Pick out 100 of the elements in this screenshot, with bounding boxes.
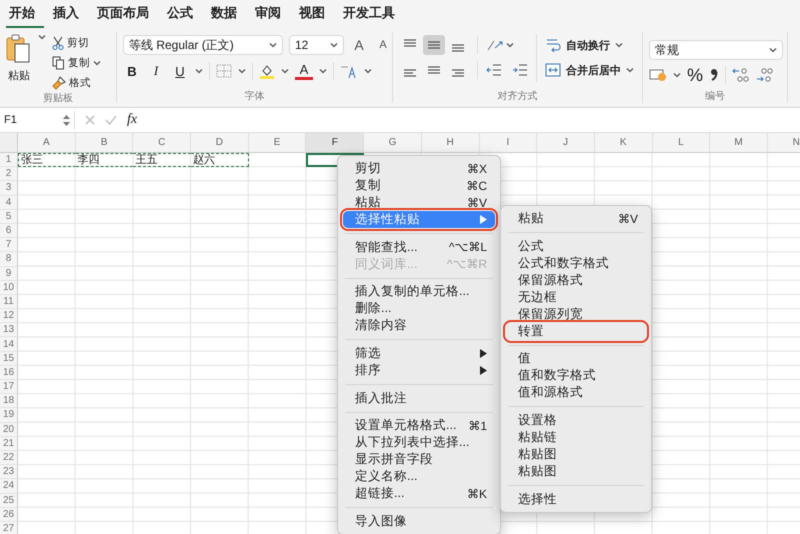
menu-item[interactable]: 粘贴链: [506, 429, 646, 446]
row-header[interactable]: 10: [0, 280, 18, 295]
ribbon-tab[interactable]: 审阅: [252, 0, 290, 28]
column-header[interactable]: H: [422, 133, 480, 153]
cut-button[interactable]: 剪切: [67, 36, 89, 50]
wrap-text-icon[interactable]: [545, 37, 561, 53]
caret-icon[interactable]: [626, 67, 634, 73]
row-header[interactable]: 14: [0, 337, 18, 352]
ribbon-tab[interactable]: 公式: [164, 0, 202, 28]
menu-item[interactable]: 值和源格式: [506, 384, 646, 402]
menu-item[interactable]: 值: [506, 350, 646, 368]
menu-item[interactable]: 删除...: [343, 300, 495, 318]
increase-indent-icon[interactable]: [512, 64, 528, 76]
row-header[interactable]: 27: [0, 522, 18, 534]
menu-item[interactable]: 设置单元格格式... ⌘1: [343, 417, 495, 434]
caret-icon[interactable]: [615, 42, 623, 48]
merge-center-icon[interactable]: [545, 63, 561, 77]
increase-decimal-icon[interactable]: [732, 67, 750, 83]
font-color-button[interactable]: A: [295, 62, 313, 80]
menu-item[interactable]: 插入复制的单元格...: [343, 283, 495, 300]
row-header[interactable]: 25: [0, 494, 18, 508]
fill-color-icon[interactable]: [259, 63, 275, 79]
menu-item[interactable]: 排序: [343, 362, 495, 380]
menu-item[interactable]: 粘贴图: [506, 446, 646, 464]
column-header[interactable]: D: [191, 133, 249, 153]
row-header[interactable]: 19: [0, 408, 18, 423]
row-header[interactable]: 9: [0, 266, 18, 281]
underline-button[interactable]: U: [171, 64, 189, 78]
menu-item[interactable]: 清除内容: [343, 317, 495, 334]
merge-center-button[interactable]: 合并后居中: [566, 62, 621, 78]
row-header[interactable]: 15: [0, 352, 18, 366]
comma-style-icon[interactable]: [709, 67, 720, 83]
menu-item[interactable]: 粘贴 ⌘V: [343, 194, 495, 211]
caret-icon[interactable]: [195, 68, 203, 74]
row-header[interactable]: 26: [0, 508, 18, 522]
row-header[interactable]: 7: [0, 238, 18, 252]
column-header[interactable]: K: [594, 133, 653, 153]
number-format-dropdown[interactable]: 常规: [649, 40, 783, 60]
menu-item[interactable]: 粘贴 ⌘V: [506, 210, 646, 227]
align-middle-icon[interactable]: [423, 35, 445, 55]
row-header[interactable]: 6: [0, 224, 18, 238]
menu-item[interactable]: 从下拉列表中选择...: [343, 434, 495, 452]
row-header[interactable]: 8: [0, 252, 18, 266]
row-header[interactable]: 23: [0, 465, 18, 480]
column-header[interactable]: A: [18, 133, 76, 153]
paste-icon[interactable]: [6, 34, 32, 64]
decrease-indent-icon[interactable]: [486, 64, 502, 76]
menu-item[interactable]: 筛选: [343, 345, 495, 362]
row-header[interactable]: 21: [0, 436, 18, 451]
row-header[interactable]: 1: [0, 153, 18, 168]
copy-button[interactable]: 复制: [68, 56, 90, 70]
spinner-icon[interactable]: [63, 114, 70, 126]
row-header[interactable]: 5: [0, 210, 18, 224]
row-header[interactable]: 17: [0, 380, 18, 394]
shrink-font-button[interactable]: A: [374, 39, 392, 51]
caret-icon[interactable]: [330, 42, 338, 48]
menu-item[interactable]: 显示拼音字段: [343, 451, 495, 468]
caret-icon[interactable]: [38, 34, 46, 40]
column-header[interactable]: L: [652, 133, 710, 153]
format-painter-button[interactable]: 格式: [69, 76, 91, 90]
column-header[interactable]: F: [306, 133, 364, 153]
decrease-decimal-icon[interactable]: [756, 67, 774, 83]
caret-icon[interactable]: [281, 68, 289, 74]
row-header[interactable]: 11: [0, 294, 18, 310]
row-header[interactable]: 3: [0, 181, 18, 196]
menu-item[interactable]: 转置: [506, 322, 646, 340]
row-header[interactable]: 18: [0, 394, 18, 408]
ribbon-tab[interactable]: 开发工具: [340, 0, 404, 28]
menu-item[interactable]: 公式和数字格式: [506, 254, 646, 272]
row-header[interactable]: 4: [0, 196, 18, 210]
row-header[interactable]: 20: [0, 422, 18, 437]
orientation-icon[interactable]: [486, 38, 504, 52]
copy-icon[interactable]: [52, 56, 65, 70]
scissors-icon[interactable]: [52, 36, 64, 50]
menu-item[interactable]: 设置格: [506, 412, 646, 430]
menu-item[interactable]: 定义名称...: [343, 468, 495, 486]
paste-button[interactable]: 粘贴: [6, 34, 32, 83]
menu-item[interactable]: 公式: [506, 238, 646, 255]
row-header[interactable]: 24: [0, 479, 18, 494]
ribbon-tab[interactable]: 页面布局: [94, 0, 158, 28]
table-cell[interactable]: 张三: [18, 153, 76, 168]
table-cell[interactable]: 李四: [76, 153, 134, 168]
bold-button[interactable]: B: [123, 64, 141, 78]
menu-item[interactable]: 保留源格式: [506, 272, 646, 289]
caret-icon[interactable]: [238, 68, 246, 74]
name-box[interactable]: F1: [0, 111, 75, 129]
accounting-format-icon[interactable]: [649, 68, 667, 82]
column-header[interactable]: J: [537, 133, 595, 153]
row-header[interactable]: 2: [0, 167, 18, 182]
ribbon-tab[interactable]: 数据: [208, 0, 246, 28]
row-header[interactable]: 22: [0, 450, 18, 466]
insert-function-button[interactable]: fx: [127, 112, 138, 128]
column-header[interactable]: M: [710, 133, 768, 153]
caret-icon[interactable]: [269, 42, 277, 48]
menu-item[interactable]: 智能查找... ^⌥⌘L: [343, 238, 495, 256]
table-cell[interactable]: 赵六: [191, 153, 249, 168]
caret-icon[interactable]: [93, 60, 101, 66]
menu-item[interactable]: 导入图像: [343, 513, 495, 530]
menu-item[interactable]: 无边框: [506, 288, 646, 306]
font-size-dropdown[interactable]: 12: [289, 35, 344, 55]
